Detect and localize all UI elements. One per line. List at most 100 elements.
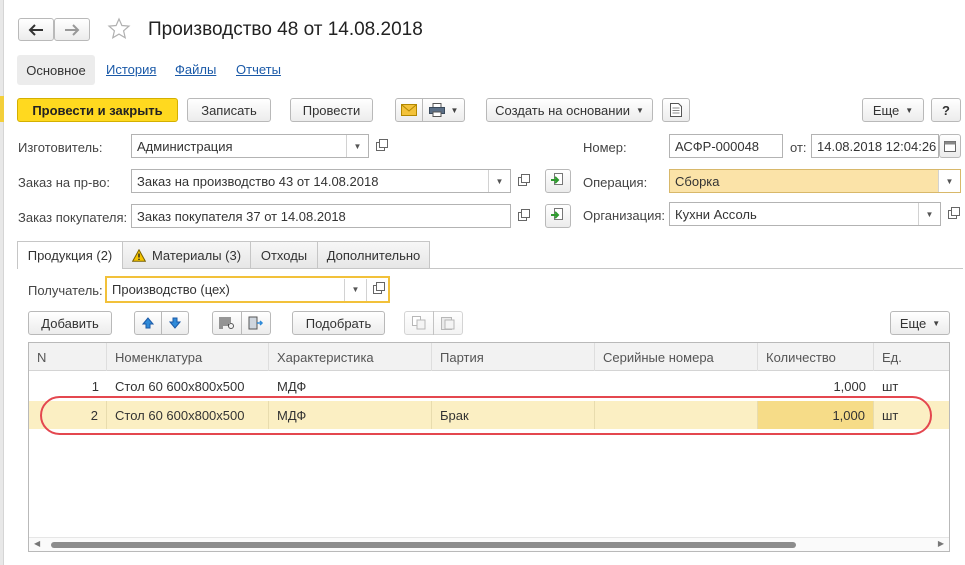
chevron-down-icon[interactable]: ▼ [488, 170, 510, 192]
operation-field[interactable]: Сборка ▼ [669, 169, 961, 193]
row-number: 1 [91, 378, 99, 394]
mail-button[interactable] [395, 98, 423, 122]
products-table[interactable]: N Номенклатура Характеристика Партия Сер… [28, 342, 950, 552]
arrow-up-icon [142, 317, 154, 329]
organization-label: Организация: [583, 208, 666, 223]
row-unit: шт [882, 407, 899, 423]
copy-icon [412, 316, 426, 330]
pick-button[interactable]: Подобрать [292, 311, 385, 335]
manufacturer-field[interactable]: Администрация ▼ [131, 134, 369, 158]
chevron-down-icon[interactable]: ▼ [346, 135, 368, 157]
open-window-icon [375, 138, 388, 151]
subnav-files[interactable]: Файлы [175, 62, 216, 77]
table-more-button[interactable]: Еще ▼ [890, 311, 950, 335]
scrollbar-thumb[interactable] [51, 542, 796, 548]
date-value: 14.08.2018 12:04:26 [817, 138, 937, 154]
column-batch[interactable]: Партия [432, 343, 595, 371]
table-row[interactable]: 1 Стол 60 600x800x500 МДФ 1,000 шт [29, 372, 949, 400]
horizontal-scrollbar[interactable]: ◀ ▶ [29, 537, 949, 551]
scroll-right-icon[interactable]: ▶ [938, 539, 944, 548]
manufacturer-value: Администрация [137, 138, 233, 154]
favorite-star-button[interactable] [107, 17, 131, 44]
warning-icon [131, 248, 146, 262]
scroll-left-icon[interactable]: ◀ [34, 539, 40, 548]
recipient-label: Получатель: [28, 283, 103, 298]
subnav-reports[interactable]: Отчеты [236, 62, 281, 77]
customer-order-value: Заказ покупателя 37 от 14.08.2018 [137, 208, 346, 224]
star-icon [107, 17, 131, 40]
envelope-icon [401, 104, 417, 116]
printer-icon [428, 103, 445, 117]
recipient-field[interactable]: Производство (цех) ▼ [105, 276, 390, 303]
arrow-down-icon [169, 317, 181, 329]
table-row[interactable]: 2 Стол 60 600x800x500 МДФ Брак 1,000 шт [29, 401, 949, 429]
create-based-on-button[interactable]: Создать на основании ▼ [486, 98, 653, 122]
customer-order-fill-button[interactable] [545, 204, 571, 228]
column-serial[interactable]: Серийные номера [595, 343, 758, 371]
forward-button[interactable] [54, 18, 90, 41]
move-down-button[interactable] [161, 311, 189, 335]
tab-waste[interactable]: Отходы [250, 241, 318, 268]
barcode-icon [219, 317, 234, 329]
date-field[interactable]: 14.08.2018 12:04:26 [811, 134, 939, 158]
organization-field[interactable]: Кухни Ассоль ▼ [669, 202, 941, 226]
column-characteristic[interactable]: Характеристика [269, 343, 432, 371]
open-window-icon [947, 206, 960, 219]
post-and-close-button[interactable]: Провести и закрыть [17, 98, 178, 122]
column-item[interactable]: Номенклатура [107, 343, 269, 371]
tab-products[interactable]: Продукция (2) [17, 241, 123, 269]
recipient-value: Производство (цех) [112, 282, 230, 297]
chevron-down-icon[interactable]: ▼ [918, 203, 940, 225]
tab-additional[interactable]: Дополнительно [317, 241, 430, 268]
customer-order-field[interactable]: Заказ покупателя 37 от 14.08.2018 [131, 204, 511, 228]
subnav-main[interactable]: Основное [17, 55, 95, 85]
barcode-search-button[interactable] [212, 311, 242, 335]
prod-order-fill-button[interactable] [545, 169, 571, 193]
row-quantity[interactable]: 1,000 [758, 401, 874, 429]
operation-value: Сборка [675, 173, 720, 189]
chevron-down-icon: ▼ [450, 105, 459, 115]
prod-order-value: Заказ на производство 43 от 14.08.2018 [137, 173, 379, 189]
copy-rows-button[interactable] [404, 311, 434, 335]
organization-value: Кухни Ассоль [675, 206, 757, 222]
back-button[interactable] [18, 18, 54, 41]
date-label: от: [790, 140, 807, 155]
move-up-button[interactable] [134, 311, 162, 335]
number-field[interactable]: АСФР-000048 [669, 134, 783, 158]
column-quantity[interactable]: Количество [758, 343, 874, 371]
more-button[interactable]: Еще ▼ [862, 98, 924, 122]
document-icon [670, 103, 682, 117]
fill-document-icon [551, 208, 563, 220]
chevron-down-icon[interactable]: ▼ [938, 170, 960, 192]
data-terminal-button[interactable] [241, 311, 271, 335]
manufacturer-open-button[interactable] [370, 135, 390, 157]
post-button[interactable]: Провести [290, 98, 373, 122]
calendar-button[interactable] [939, 134, 961, 158]
tab-divider [17, 268, 963, 269]
number-value: АСФР-000048 [675, 138, 760, 154]
recipient-open-button[interactable] [366, 278, 388, 301]
row-item: Стол 60 600x800x500 [107, 401, 269, 429]
add-button[interactable]: Добавить [28, 311, 112, 335]
prod-order-open-button[interactable] [512, 170, 532, 192]
chevron-down-icon[interactable]: ▼ [344, 278, 366, 301]
organization-open-button[interactable] [942, 203, 962, 225]
customer-order-open-button[interactable] [512, 205, 532, 227]
print-button[interactable]: ▼ [422, 98, 465, 122]
chevron-down-icon: ▼ [635, 105, 644, 115]
paste-rows-button[interactable] [433, 311, 463, 335]
table-header: N Номенклатура Характеристика Партия Сер… [29, 343, 949, 371]
row-batch [432, 372, 595, 400]
tab-materials[interactable]: Материалы (3) [122, 241, 251, 268]
open-window-icon [517, 208, 530, 221]
create-based-on-label: Создать на основании [495, 102, 630, 118]
number-label: Номер: [583, 140, 627, 155]
left-panel-edge [0, 0, 4, 565]
column-unit[interactable]: Ед. [874, 343, 949, 371]
subnav-history[interactable]: История [106, 62, 156, 77]
prod-order-field[interactable]: Заказ на производство 43 от 14.08.2018 ▼ [131, 169, 511, 193]
column-n[interactable]: N [29, 343, 107, 371]
help-button[interactable]: ? [931, 98, 961, 122]
save-button[interactable]: Записать [187, 98, 271, 122]
document-report-button[interactable] [662, 98, 690, 122]
